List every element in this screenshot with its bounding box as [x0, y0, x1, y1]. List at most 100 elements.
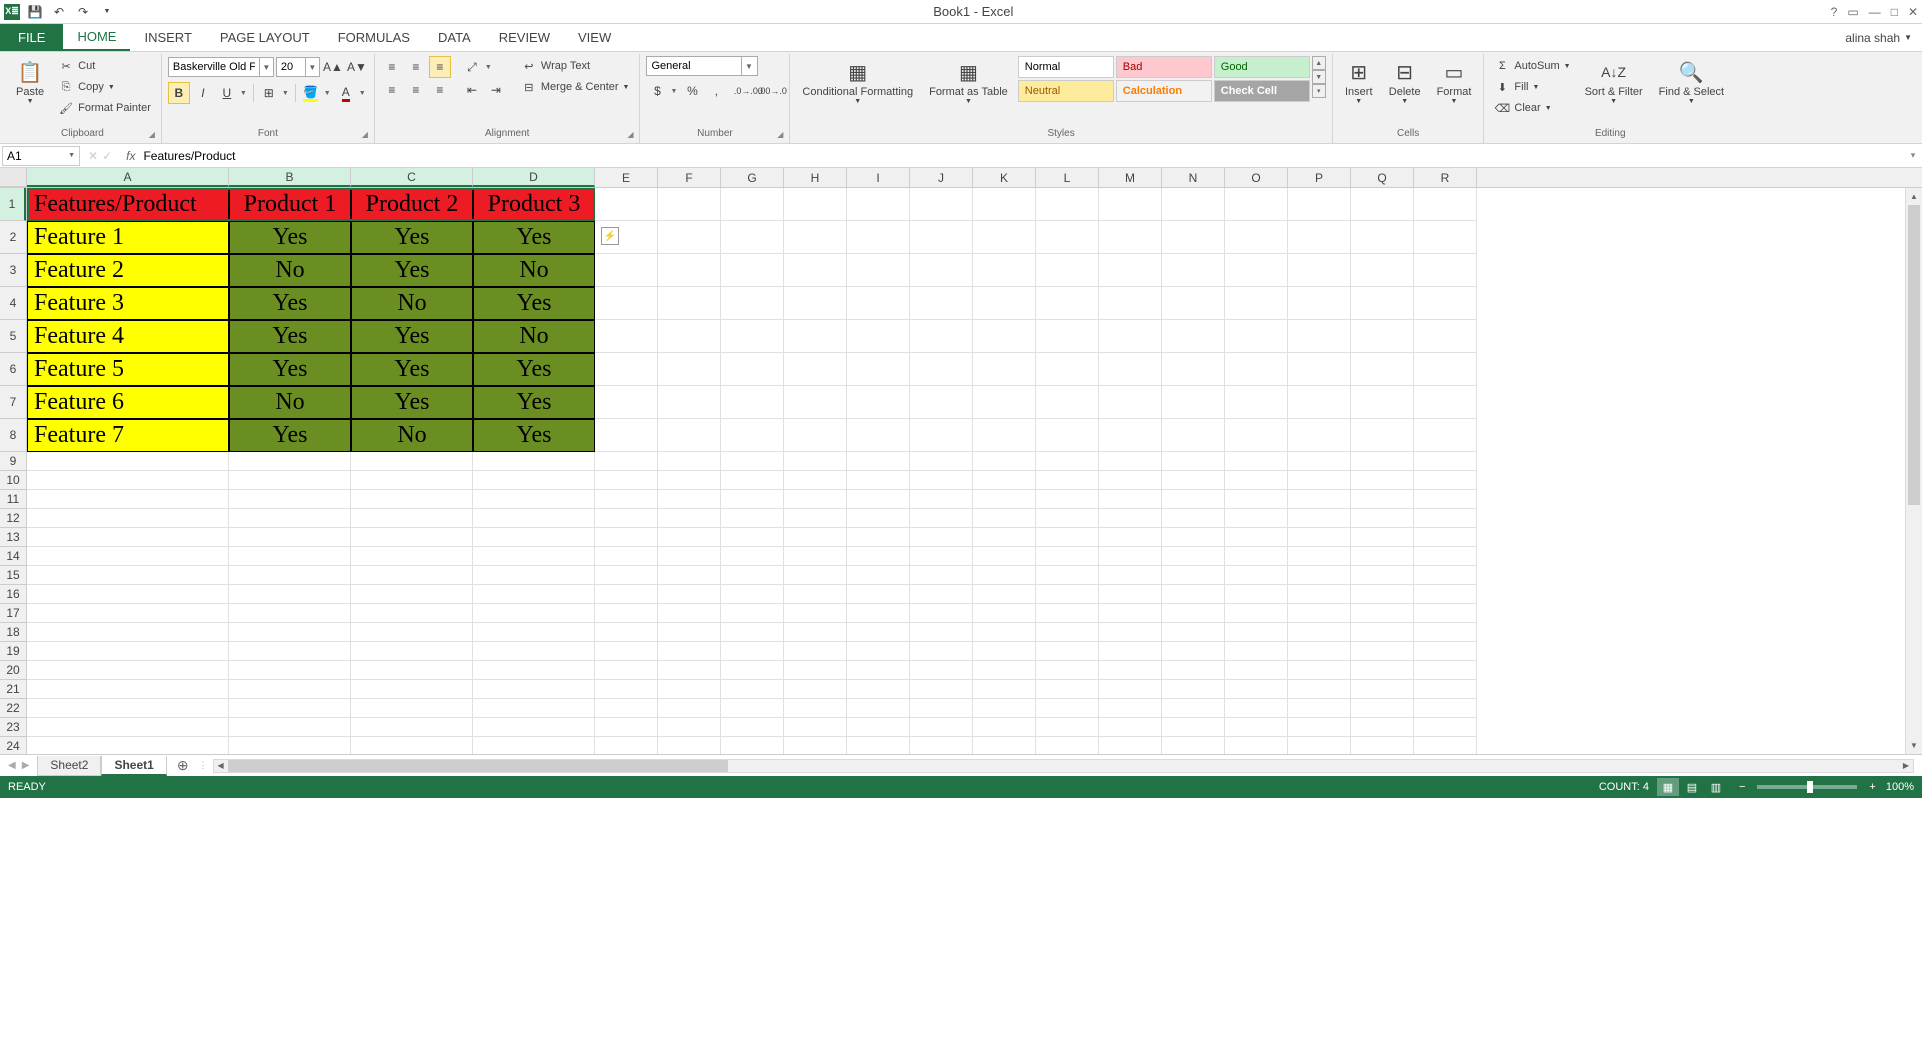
- cell-L21[interactable]: [1036, 680, 1099, 699]
- column-header-O[interactable]: O: [1225, 168, 1288, 187]
- cell-B6[interactable]: Yes: [229, 353, 351, 386]
- cell-A5[interactable]: Feature 4: [27, 320, 229, 353]
- cell-style-good[interactable]: Good: [1214, 56, 1310, 78]
- column-header-P[interactable]: P: [1288, 168, 1351, 187]
- format-cells-button[interactable]: ▭Format▼: [1431, 56, 1478, 107]
- sheet-tab-sheet1[interactable]: Sheet1: [101, 756, 166, 776]
- cell-B3[interactable]: No: [229, 254, 351, 287]
- cell-N3[interactable]: [1162, 254, 1225, 287]
- cell-P18[interactable]: [1288, 623, 1351, 642]
- cell-F5[interactable]: [658, 320, 721, 353]
- cell-N4[interactable]: [1162, 287, 1225, 320]
- cell-A3[interactable]: Feature 2: [27, 254, 229, 287]
- column-header-A[interactable]: A: [27, 168, 229, 187]
- cell-G8[interactable]: [721, 419, 784, 452]
- cell-P17[interactable]: [1288, 604, 1351, 623]
- cell-A18[interactable]: [27, 623, 229, 642]
- cell-E9[interactable]: [595, 452, 658, 471]
- cell-D18[interactable]: [473, 623, 595, 642]
- cell-O22[interactable]: [1225, 699, 1288, 718]
- select-all-corner[interactable]: [0, 168, 27, 187]
- cell-style-bad[interactable]: Bad: [1116, 56, 1212, 78]
- font-name-input[interactable]: [169, 58, 259, 76]
- cell-G21[interactable]: [721, 680, 784, 699]
- cell-A4[interactable]: Feature 3: [27, 287, 229, 320]
- tab-splitter[interactable]: ⋮: [199, 757, 205, 775]
- fx-icon[interactable]: fx: [118, 149, 139, 163]
- font-size-input[interactable]: [277, 58, 305, 76]
- cell-D22[interactable]: [473, 699, 595, 718]
- cell-L2[interactable]: [1036, 221, 1099, 254]
- cell-J7[interactable]: [910, 386, 973, 419]
- cell-K15[interactable]: [973, 566, 1036, 585]
- cell-L23[interactable]: [1036, 718, 1099, 737]
- cell-F8[interactable]: [658, 419, 721, 452]
- cell-R14[interactable]: [1414, 547, 1477, 566]
- cell-R23[interactable]: [1414, 718, 1477, 737]
- cell-J10[interactable]: [910, 471, 973, 490]
- merge-center-button[interactable]: ⊟Merge & Center ▼: [517, 77, 634, 97]
- cell-I18[interactable]: [847, 623, 910, 642]
- sheet-tab-sheet2[interactable]: Sheet2: [37, 756, 101, 776]
- cell-M5[interactable]: [1099, 320, 1162, 353]
- cell-M3[interactable]: [1099, 254, 1162, 287]
- cell-J2[interactable]: [910, 221, 973, 254]
- cell-P16[interactable]: [1288, 585, 1351, 604]
- decrease-indent-button[interactable]: ⇤: [461, 79, 483, 101]
- cell-Q18[interactable]: [1351, 623, 1414, 642]
- cell-B11[interactable]: [229, 490, 351, 509]
- cell-Q19[interactable]: [1351, 642, 1414, 661]
- clipboard-dialog-launcher[interactable]: ◢: [149, 130, 155, 139]
- cell-A10[interactable]: [27, 471, 229, 490]
- cell-H2[interactable]: [784, 221, 847, 254]
- number-dialog-launcher[interactable]: ◢: [777, 130, 783, 139]
- cell-H21[interactable]: [784, 680, 847, 699]
- cell-I24[interactable]: [847, 737, 910, 754]
- row-header-21[interactable]: 21: [0, 680, 26, 699]
- cell-F21[interactable]: [658, 680, 721, 699]
- cell-M16[interactable]: [1099, 585, 1162, 604]
- fill-button[interactable]: ⬇Fill ▼: [1490, 77, 1574, 97]
- cell-A11[interactable]: [27, 490, 229, 509]
- cell-I13[interactable]: [847, 528, 910, 547]
- cell-G16[interactable]: [721, 585, 784, 604]
- cell-B21[interactable]: [229, 680, 351, 699]
- cell-K4[interactable]: [973, 287, 1036, 320]
- cell-I15[interactable]: [847, 566, 910, 585]
- cell-L16[interactable]: [1036, 585, 1099, 604]
- cell-P7[interactable]: [1288, 386, 1351, 419]
- cell-D21[interactable]: [473, 680, 595, 699]
- cell-B16[interactable]: [229, 585, 351, 604]
- cell-J14[interactable]: [910, 547, 973, 566]
- cell-K14[interactable]: [973, 547, 1036, 566]
- cell-O9[interactable]: [1225, 452, 1288, 471]
- cell-B18[interactable]: [229, 623, 351, 642]
- enter-formula-button[interactable]: ✓: [102, 149, 112, 163]
- number-format-combo[interactable]: ▼: [646, 56, 758, 76]
- cell-F20[interactable]: [658, 661, 721, 680]
- chevron-down-icon[interactable]: ▼: [259, 58, 273, 76]
- cell-L7[interactable]: [1036, 386, 1099, 419]
- column-header-C[interactable]: C: [351, 168, 473, 187]
- cell-F15[interactable]: [658, 566, 721, 585]
- cell-M10[interactable]: [1099, 471, 1162, 490]
- cell-Q22[interactable]: [1351, 699, 1414, 718]
- cell-O20[interactable]: [1225, 661, 1288, 680]
- cell-M9[interactable]: [1099, 452, 1162, 471]
- ribbon-tab-review[interactable]: REVIEW: [485, 24, 564, 51]
- cell-E18[interactable]: [595, 623, 658, 642]
- cell-J22[interactable]: [910, 699, 973, 718]
- autosum-button[interactable]: ΣAutoSum ▼: [1490, 56, 1574, 76]
- cell-Q13[interactable]: [1351, 528, 1414, 547]
- cell-E20[interactable]: [595, 661, 658, 680]
- cell-D11[interactable]: [473, 490, 595, 509]
- cell-E16[interactable]: [595, 585, 658, 604]
- minimize-button[interactable]: —: [1869, 5, 1881, 19]
- cell-I16[interactable]: [847, 585, 910, 604]
- align-left-button[interactable]: ≡: [381, 79, 403, 101]
- cell-M17[interactable]: [1099, 604, 1162, 623]
- cell-O11[interactable]: [1225, 490, 1288, 509]
- row-header-18[interactable]: 18: [0, 623, 26, 642]
- cell-style-check-cell[interactable]: Check Cell: [1214, 80, 1310, 102]
- cell-I2[interactable]: [847, 221, 910, 254]
